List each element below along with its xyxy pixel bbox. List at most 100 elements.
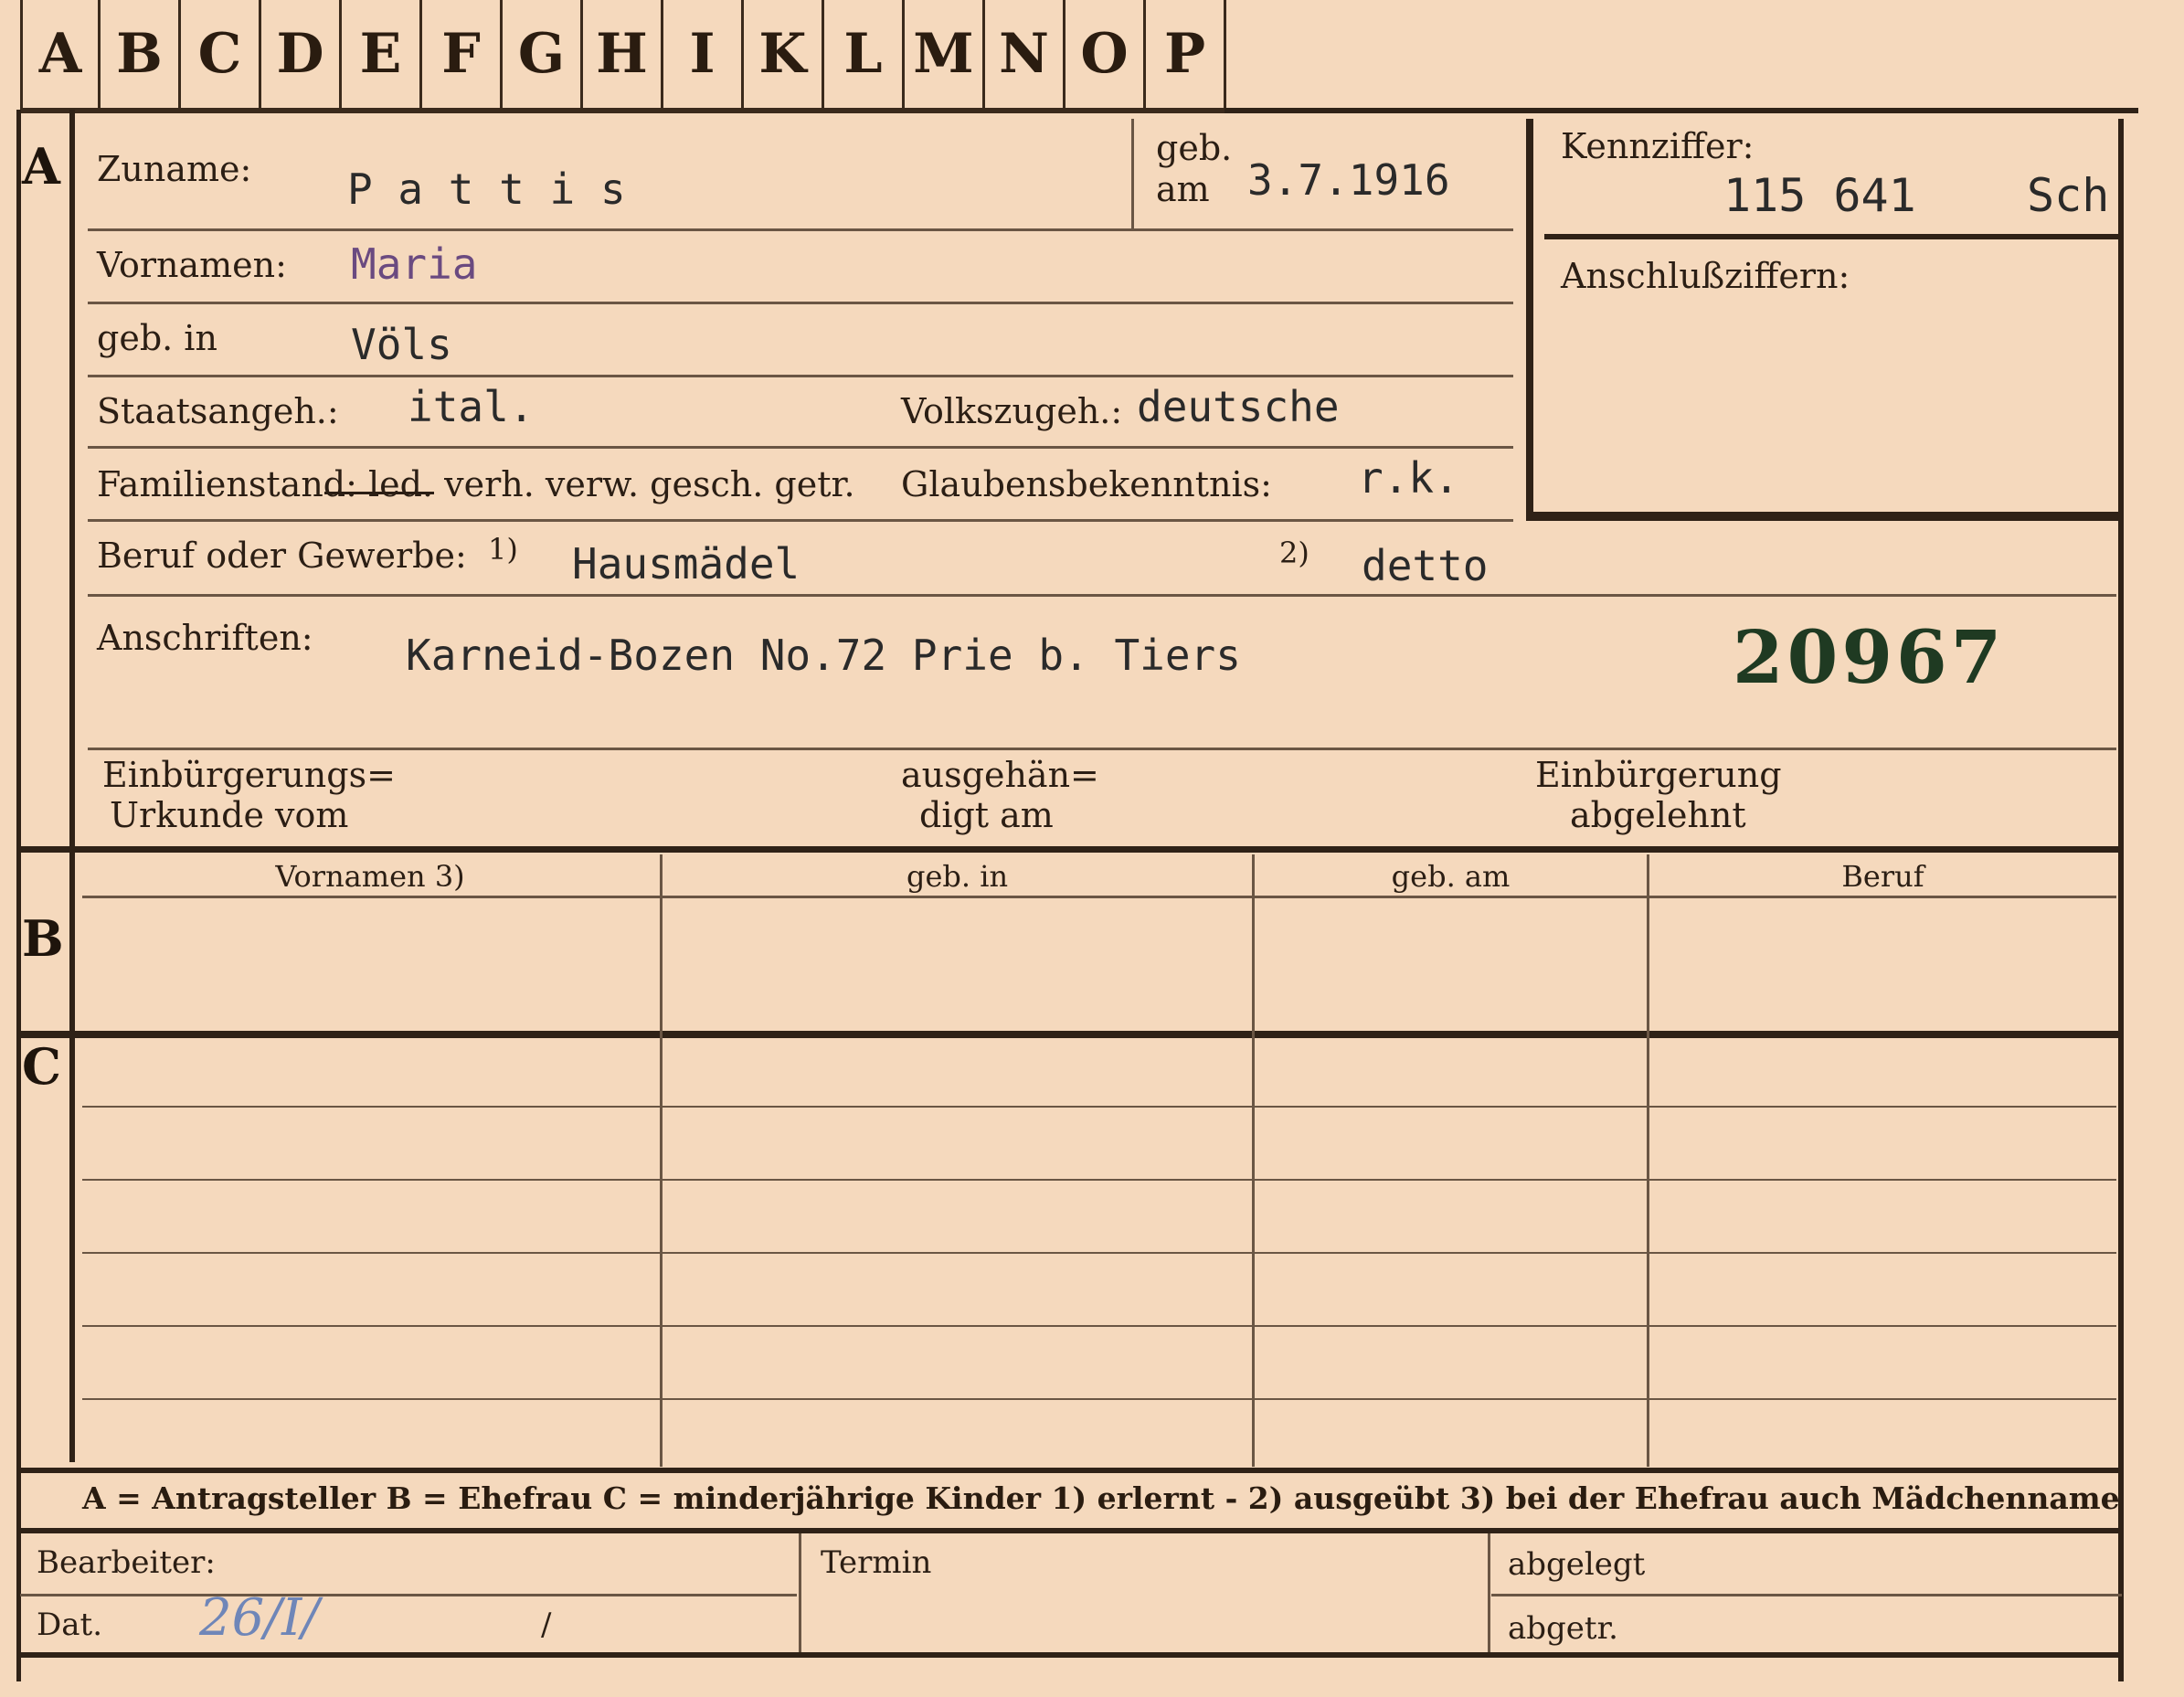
section-letter-b: B — [22, 909, 64, 968]
frame-top-right — [1225, 108, 2138, 113]
tab-b: B — [101, 0, 181, 108]
child-row-line — [82, 1398, 2116, 1400]
row-line — [88, 519, 1513, 522]
footer-divider — [799, 1533, 801, 1652]
anschriften-label: Anschriften: — [97, 618, 313, 658]
geb-in-value: Völs — [351, 320, 452, 369]
child-row-line — [82, 1179, 2116, 1181]
tab-i: I — [663, 0, 744, 108]
kennziffer-box-left — [1526, 119, 1533, 521]
row-line — [88, 375, 1513, 377]
tab-n: N — [985, 0, 1065, 108]
einbuergerung-abgelehnt-label-2: abgelehnt — [1570, 795, 1746, 835]
row-line — [88, 302, 1513, 304]
geb-am-divider — [1131, 119, 1134, 228]
volkszugeh-value: deutsche — [1137, 382, 1340, 431]
beruf-label: Beruf oder Gewerbe: — [97, 536, 467, 576]
zuname-label: Zuname: — [97, 149, 252, 189]
geb-in-label: geb. in — [97, 318, 217, 358]
beruf-erlernt-value: Hausmädel — [572, 539, 800, 589]
staatsangeh-value: ital. — [408, 382, 535, 431]
col-header-geb-in: geb. in — [906, 859, 1009, 894]
legend-top — [20, 1468, 2122, 1473]
footer-line — [1491, 1594, 2122, 1596]
glaubensbekenntnis-label: Glaubensbekenntnis: — [901, 464, 1272, 504]
index-tabs: A B C D E F G H I K L M N O P — [20, 0, 1226, 113]
zuname-value: P a t t i s — [347, 164, 626, 214]
section-divider-vertical — [69, 110, 75, 1462]
row-line — [88, 748, 2116, 750]
tab-d: D — [261, 0, 342, 108]
child-row-line — [82, 1252, 2116, 1254]
tab-c: C — [181, 0, 261, 108]
row-line — [88, 228, 1513, 231]
dat-slash: / — [541, 1607, 552, 1643]
tab-k: K — [744, 0, 824, 108]
familienstand-underline — [324, 492, 434, 494]
beruf-ausgeuebt-value: detto — [1362, 541, 1489, 590]
anschlussziffern-label: Anschlußziffern: — [1561, 256, 1850, 296]
tab-a: A — [20, 0, 101, 108]
kennziffer-box-divider — [1544, 234, 2120, 239]
frame-bottom — [20, 1652, 2122, 1658]
tab-e: E — [342, 0, 422, 108]
kennziffer-suffix: Sch — [2027, 169, 2110, 222]
stamp-number: 20967 — [1733, 614, 2006, 700]
anschriften-value: Karneid-Bozen No.72 Prie b. Tiers — [406, 631, 1241, 680]
geb-am-label-1: geb. — [1156, 128, 1233, 168]
vornamen-label: Vornamen: — [97, 245, 287, 285]
ausgehaendigt-label-2: digt am — [919, 795, 1054, 835]
tab-g: G — [503, 0, 583, 108]
bearbeiter-label: Bearbeiter: — [37, 1544, 216, 1581]
child-row-line — [82, 1325, 2116, 1327]
vornamen-value: Maria — [351, 239, 478, 289]
kennziffer-value: 115 641 — [1723, 169, 1916, 222]
staatsangeh-label: Staatsangeh.: — [97, 391, 339, 431]
abgetr-label: abgetr. — [1508, 1610, 1618, 1647]
ausgehaendigt-label-1: ausgehän= — [901, 755, 1099, 795]
footer-divider — [1488, 1533, 1490, 1652]
einbuergerung-urkunde-label-2: Urkunde vom — [110, 795, 349, 835]
row-line — [88, 594, 2116, 597]
tab-h: H — [583, 0, 663, 108]
section-c-top — [20, 1031, 2122, 1038]
tab-m: M — [905, 0, 985, 108]
col-header-beruf: Beruf — [1841, 859, 1924, 894]
kennziffer-box-bottom — [1526, 512, 2124, 521]
col-divider — [1647, 854, 1649, 1467]
col-header-geb-am: geb. am — [1391, 859, 1511, 894]
col-divider — [660, 854, 663, 1467]
dat-handwritten-value: 26/I/ — [199, 1588, 320, 1648]
row-line — [88, 446, 1513, 449]
beruf-footnote-2: 2) — [1279, 536, 1309, 570]
volkszugeh-label: Volkszugeh.: — [901, 391, 1123, 431]
glaubensbekenntnis-value: r.k. — [1358, 453, 1459, 503]
termin-label: Termin — [821, 1544, 932, 1581]
col-divider — [1252, 854, 1255, 1467]
einbuergerung-urkunde-label-1: Einbürgerungs= — [102, 755, 396, 795]
familienstand-label: Familienstand: led. verh. verw. gesch. g… — [97, 464, 855, 504]
kennziffer-label: Kennziffer: — [1561, 126, 1755, 166]
einbuergerung-abgelehnt-label-1: Einbürgerung — [1535, 755, 1782, 795]
frame-right — [2118, 119, 2124, 1681]
tab-l: L — [824, 0, 905, 108]
tab-p: P — [1146, 0, 1226, 108]
beruf-footnote-1: 1) — [488, 532, 518, 567]
legend-text: A = Antragsteller B = Ehefrau C = minder… — [82, 1480, 2120, 1516]
legend-bottom — [20, 1528, 2122, 1533]
frame-left — [16, 110, 21, 1681]
col-header-vornamen: Vornamen 3) — [275, 859, 465, 894]
section-letter-a: A — [22, 137, 60, 196]
dat-label: Dat. — [37, 1607, 103, 1643]
geb-am-label-2: am — [1156, 169, 1210, 209]
section-letter-c: C — [22, 1037, 61, 1096]
tab-o: O — [1065, 0, 1146, 108]
footer-line — [20, 1594, 797, 1596]
section-b-top — [20, 846, 2122, 853]
table-header-line — [82, 896, 2116, 898]
child-row-line — [82, 1106, 2116, 1108]
tab-f: F — [422, 0, 503, 108]
abgelegt-label: abgelegt — [1508, 1546, 1646, 1583]
geb-am-value: 3.7.1916 — [1247, 155, 1450, 205]
registration-card: A B C D E F G H I K L M N O P A B C Kenn… — [0, 0, 2184, 1697]
